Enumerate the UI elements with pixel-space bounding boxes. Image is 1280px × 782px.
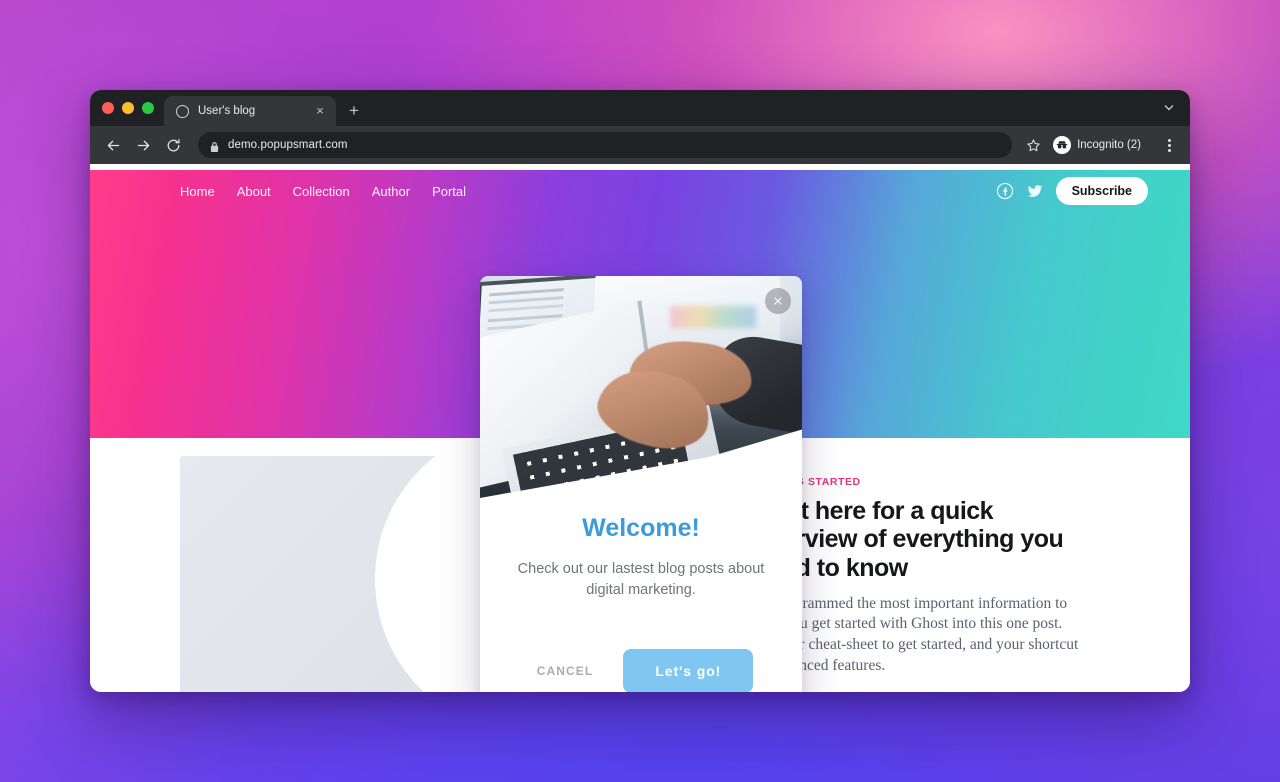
browser-toolbar: demo.popupsmart.com Incognito (2) [90,126,1190,164]
popup-body: Welcome! Check out our lastest blog post… [480,498,802,600]
article-excerpt: We've crammed the most important informa… [754,594,1079,674]
nav-item-collection[interactable]: Collection [293,184,350,199]
lets-go-button[interactable]: Let's go! [623,649,754,692]
browser-tab-strip: User's blog × + [90,90,1190,126]
site-navbar: Home About Collection Author Portal Subs… [90,170,1190,212]
forward-button[interactable] [130,132,156,158]
article-headline[interactable]: Start here for a quick overview of every… [754,497,1084,582]
popup-title: Welcome! [582,514,700,542]
close-icon[interactable]: × [312,103,328,119]
desktop-wallpaper: User's blog × + demo.popupsmart.com Inco… [0,0,1280,782]
browser-window: User's blog × + demo.popupsmart.com Inco… [90,90,1190,692]
address-bar[interactable]: demo.popupsmart.com [198,132,1013,158]
kebab-menu-icon[interactable] [1158,138,1180,152]
nav-item-author[interactable]: Author [372,184,410,199]
incognito-icon [1053,136,1072,154]
lock-icon [210,140,219,152]
article-kicker[interactable]: GETTING STARTED [754,476,1084,488]
window-traffic-lights [100,90,164,126]
incognito-profile-chip[interactable]: Incognito (2) [1050,133,1150,157]
facebook-icon[interactable] [996,182,1014,200]
minimize-window-button[interactable] [122,102,134,114]
circle-favicon [176,104,189,118]
url-text: demo.popupsmart.com [228,139,348,151]
page-viewport: Home About Collection Author Portal Subs… [90,164,1190,692]
popup-actions: CANCEL Let's go! [480,649,802,692]
star-icon[interactable] [1022,138,1044,153]
site-nav-links: Home About Collection Author Portal [180,184,466,199]
site-nav-actions: Subscribe [996,177,1148,205]
nav-item-about[interactable]: About [237,184,271,199]
close-window-button[interactable] [102,102,114,114]
back-button[interactable] [100,132,126,158]
browser-tab[interactable]: User's blog × [164,96,336,126]
close-icon[interactable] [765,288,791,314]
popup-image [480,276,802,498]
nav-item-portal[interactable]: Portal [432,184,466,199]
profile-label: Incognito (2) [1077,139,1141,151]
twitter-icon[interactable] [1026,182,1044,200]
tab-title: User's blog [198,105,256,117]
welcome-popup-modal: Welcome! Check out our lastest blog post… [480,276,802,692]
subscribe-button[interactable]: Subscribe [1055,177,1148,205]
reload-button[interactable] [160,132,186,158]
article-preview: GETTING STARTED Start here for a quick o… [754,456,1084,692]
nav-item-home[interactable]: Home [180,184,215,199]
cancel-button[interactable]: CANCEL [529,652,602,690]
chevron-down-icon[interactable] [1162,100,1176,114]
popup-description: Check out our lastest blog posts about d… [517,561,765,598]
maximize-window-button[interactable] [142,102,154,114]
new-tab-button[interactable]: + [340,96,368,126]
